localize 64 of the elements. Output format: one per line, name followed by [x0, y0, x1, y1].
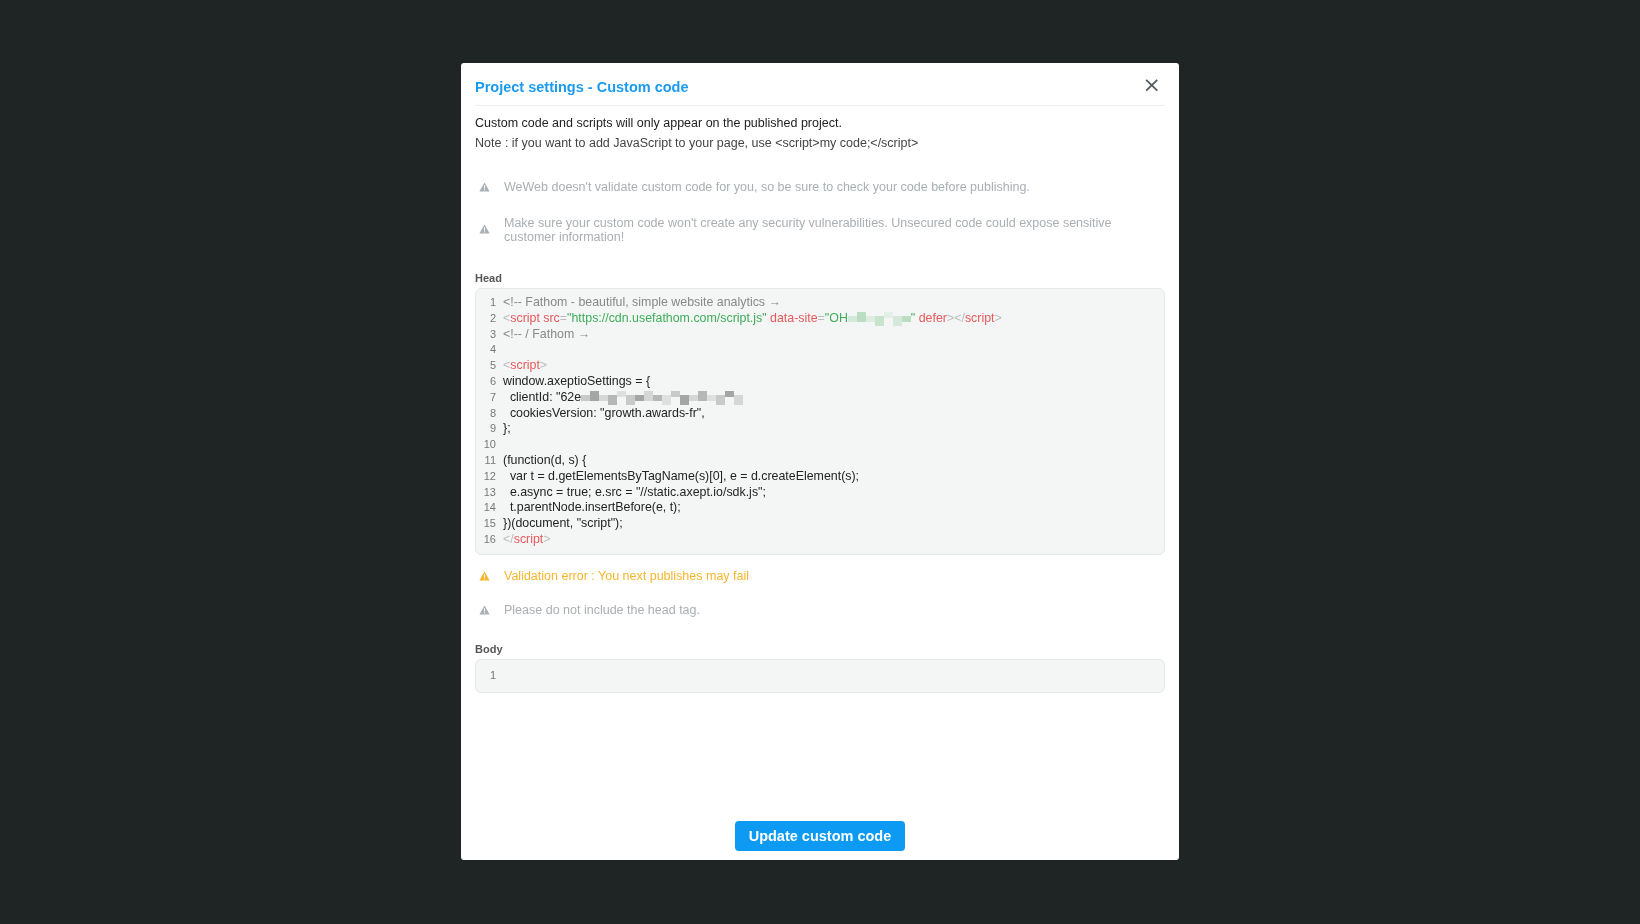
- code-text: clientId: "62e: [508, 389, 582, 406]
- code-punctuation: >: [539, 358, 548, 374]
- warning-icon: [479, 570, 490, 581]
- code-attribute: data-site: [769, 310, 818, 327]
- code-editor[interactable]: [475, 288, 1165, 555]
- code-tag: script: [510, 310, 540, 327]
- line-number: 13: [482, 484, 496, 500]
- line-number: 9: [488, 421, 496, 437]
- code-text: e.async = true; e.src = "//static.axept.io/sdk.js";: [508, 484, 766, 501]
- code-string: ": [910, 310, 916, 327]
- update-button[interactable]: Update custom code: [734, 821, 906, 851]
- code-tag: script: [513, 531, 544, 548]
- notice-text: Please do not include the head tag.: [504, 602, 700, 617]
- warning-icon: [479, 224, 490, 234]
- head-label: Head: [475, 272, 503, 284]
- line-number: 8: [488, 405, 496, 421]
- code-punctuation: =: [817, 310, 825, 327]
- line-number: 12: [482, 468, 496, 484]
- code-string: "https://cdn.usefathom.com/script.js": [567, 310, 767, 327]
- code-punctuation: </: [503, 531, 514, 548]
- code-editor[interactable]: 1: [475, 658, 1165, 693]
- code-tag: script: [964, 310, 995, 327]
- intro-text: Custom code and scripts will only appear on the published project.: [475, 116, 843, 130]
- line-number: 1: [488, 667, 496, 683]
- warning-icon: [479, 182, 490, 192]
- code-text: var t = d.getElementsByTagName(s)[0], e = d.createElement(s);: [508, 468, 860, 485]
- code-punctuation: <: [503, 310, 511, 327]
- note-text: Note : if you want to add JavaScript to your page, use <script>my code;</script>: [475, 136, 920, 150]
- close-button[interactable]: ×: [1138, 74, 1165, 96]
- line-number: 4: [488, 342, 496, 358]
- code-punctuation: =: [559, 310, 568, 327]
- line-number: 3: [488, 326, 496, 342]
- line-number: 15: [482, 516, 496, 532]
- line-number: 5: [488, 358, 496, 374]
- code-text: })(document, "script");: [503, 516, 623, 532]
- code-attribute: defer: [917, 310, 947, 327]
- code-punctuation: >: [543, 531, 551, 548]
- warning-icon: [479, 604, 490, 615]
- code-text: t.parentNode.insertBefore(e, t);: [508, 500, 681, 517]
- code-punctuation: <: [503, 358, 511, 374]
- line-number: 16: [482, 531, 496, 547]
- code-string: "OH: [824, 310, 848, 327]
- notice-text: WeWeb doesn't validate custom code for you, so be sure to check your code before publishing.: [504, 180, 1030, 194]
- notice-text: Make sure your custom code won't create any security vulnerabilities. Unsecured code could expose sensitive customer information!: [504, 216, 1113, 244]
- line-number: 11: [483, 452, 496, 468]
- code-text: (function(d, s) {: [503, 452, 587, 469]
- code-punctuation: >: [994, 310, 1002, 327]
- code-text: cookiesVersion: "growth.awards-fr",: [508, 405, 705, 422]
- line-number: 1: [488, 295, 496, 310]
- code-punctuation: ></: [946, 310, 965, 327]
- line-number: 2: [488, 310, 496, 326]
- body-label: Body: [475, 642, 504, 655]
- line-number: 10: [482, 437, 496, 453]
- line-number: 14: [482, 500, 496, 516]
- line-number: 7: [488, 389, 496, 405]
- code-attribute: src: [542, 310, 560, 327]
- code-comment: <!-- Fathom - beautiful, simple website analytics →: [503, 295, 781, 311]
- dialog-title: Project settings - Custom code: [475, 79, 689, 95]
- notice-text: Validation error : You next publishes may fail: [504, 568, 750, 583]
- code-text: window.axeptioSettings = {: [503, 374, 651, 390]
- code-tag: script: [510, 358, 540, 374]
- code-text: };: [503, 421, 511, 438]
- code-comment: <!-- / Fathom →: [503, 326, 591, 343]
- line-number: 6: [488, 374, 496, 389]
